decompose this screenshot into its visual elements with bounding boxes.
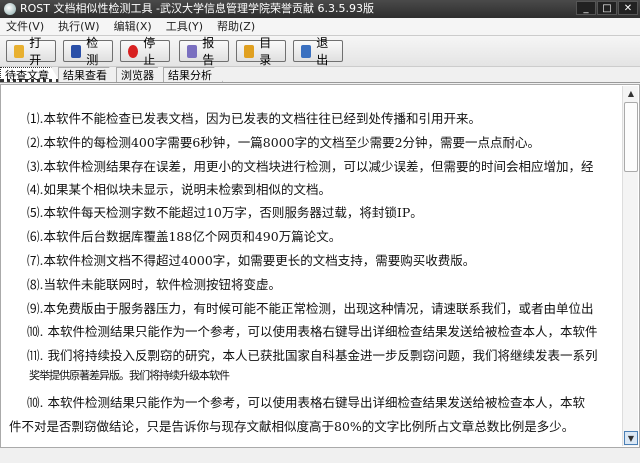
text-line: ⑾. 我们将持续投入反剽窃的研究，本人已获批国家自科基金进一步反剽窃问题，我们将… <box>27 348 598 363</box>
toolbar-label: 报告 <box>202 36 215 67</box>
text-line: ⑸.本软件每天检测字数不能超过10万字，否则服务器过载，将封锁IP。 <box>27 205 423 220</box>
tab-results-view[interactable]: 结果查看 <box>58 67 118 82</box>
tab-bar: 待查文章 结果查看 浏览器 结果分析 <box>0 67 640 83</box>
text-line: ⑽. 本软件检测结果只能作为一个参考，可以使用表格右键导出详细检查结果发送给被检… <box>27 324 598 339</box>
toolbar-label: 打开 <box>29 36 42 67</box>
exit-button[interactable]: 退出 <box>293 36 343 67</box>
document-text-area[interactable]: ⑴.本软件不能检查已发表文档，因为已发表的文档往往已经到处传播和引用开来。 ⑵.本… <box>0 84 640 448</box>
menu-file[interactable]: 文件(V) <box>6 18 44 35</box>
app-logo-icon <box>4 3 16 15</box>
exit-icon <box>301 44 312 58</box>
menu-execute[interactable]: 执行(W) <box>58 18 99 35</box>
stop-icon <box>128 44 139 58</box>
toolbar: 打开 检测 停止 报告 目录 退出 <box>0 35 640 67</box>
text-line: ⑷.如果某个相似块未显示，说明未检索到相似的文档。 <box>27 182 331 197</box>
vertical-scrollbar[interactable]: ▲ ▼ <box>622 86 638 446</box>
menu-tools[interactable]: 工具(Y) <box>166 18 203 35</box>
text-line: ⑵.本软件的每检测400字需要6秒钟，一篇8000字的文档至少需要2分钟，需要一… <box>27 135 541 150</box>
close-button[interactable]: ✕ <box>618 1 638 15</box>
toolbar-label: 目录 <box>259 36 272 67</box>
report-button[interactable]: 报告 <box>179 36 229 67</box>
directory-button[interactable]: 目录 <box>236 36 286 67</box>
scroll-thumb[interactable] <box>624 102 638 172</box>
text-line: ⑶.本软件检测结果存在误差，用更小的文档块进行检测，可以减少误差，但需要的时间会… <box>27 159 594 174</box>
title-bar: ROST 文档相似性检测工具 -武汉大学信息管理学院荣誉贡献 6.3.5.93版… <box>0 0 640 18</box>
text-line: ⑼.本免费版由于服务器压力，有时候可能不能正常检测，出现这种情况，请速联系我们，… <box>27 301 594 316</box>
text-line: ⑻.当软件未能联网时，软件检测按钮将变虚。 <box>27 277 281 292</box>
detect-button[interactable]: 检测 <box>63 36 113 67</box>
menu-bar: 文件(V) 执行(W) 编辑(X) 工具(Y) 帮助(Z) <box>0 18 640 35</box>
save-disk-icon <box>71 44 82 58</box>
status-bar <box>0 448 640 463</box>
directory-icon <box>244 44 255 58</box>
window-title: ROST 文档相似性检测工具 -武汉大学信息管理学院荣誉贡献 6.3.5.93版 <box>20 2 374 15</box>
menu-edit[interactable]: 编辑(X) <box>114 18 152 35</box>
text-line: ⑹.本软件后台数据库覆盖188亿个网页和490万篇论文。 <box>27 229 342 244</box>
toolbar-label: 停止 <box>143 36 156 67</box>
text-line: 奖举提供原著差异版。我们将持续升级本软件 <box>29 369 230 382</box>
tab-pending-article[interactable]: 待查文章 <box>0 67 60 82</box>
minimize-button[interactable]: _ <box>576 1 596 15</box>
folder-open-icon <box>14 44 25 58</box>
scroll-up-icon[interactable]: ▲ <box>624 87 638 101</box>
text-line: ⑺.本软件检测文档不得超过4000字，如需要更长的文档支持，需要购买收费版。 <box>27 253 476 268</box>
menu-help[interactable]: 帮助(Z) <box>217 18 255 35</box>
scroll-down-icon[interactable]: ▼ <box>624 431 638 445</box>
stop-button[interactable]: 停止 <box>120 36 170 67</box>
tab-browser[interactable]: 浏览器 <box>116 67 165 82</box>
text-line: ⑽. 本软件检测结果只能作为一个参考，可以使用表格右键导出详细检查结果发送给被检… <box>27 395 585 410</box>
text-line: 件不对是否剽窃做结论，只是告诉你与现存文献相似度高于80%的文字比例所占文章总数… <box>9 419 575 434</box>
maximize-button[interactable]: □ <box>597 1 617 15</box>
toolbar-label: 检测 <box>86 36 99 67</box>
tab-results-analysis[interactable]: 结果分析 <box>163 67 223 82</box>
toolbar-label: 退出 <box>316 36 329 67</box>
report-icon <box>187 44 198 58</box>
open-button[interactable]: 打开 <box>6 36 56 67</box>
text-line: ⑴.本软件不能检查已发表文档，因为已发表的文档往往已经到处传播和引用开来。 <box>27 111 481 126</box>
